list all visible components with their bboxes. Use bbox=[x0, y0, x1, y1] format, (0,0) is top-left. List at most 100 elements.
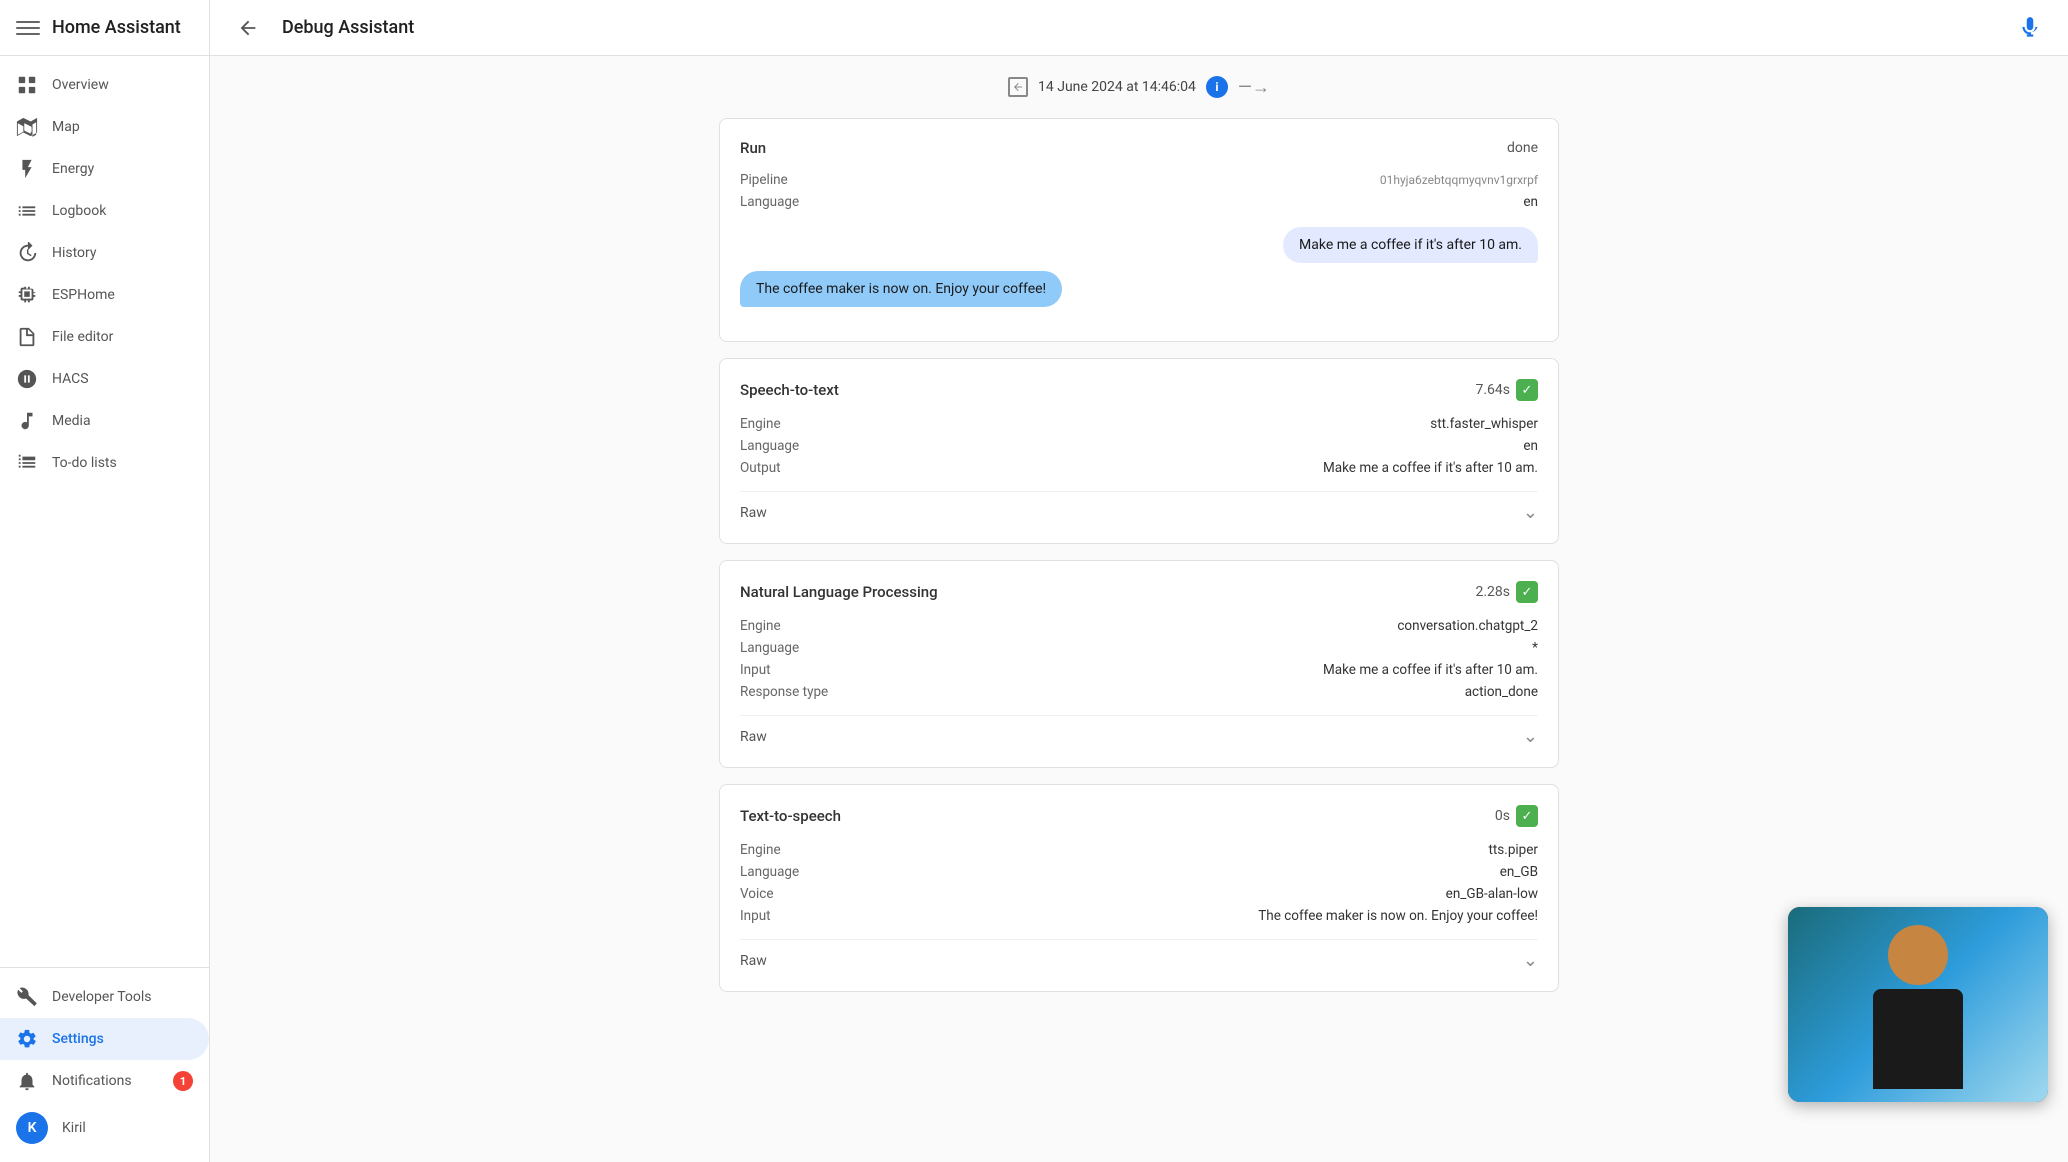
sidebar-item-todo[interactable]: To-do lists bbox=[0, 442, 209, 484]
sidebar: Home Assistant Overview Map Energy bbox=[0, 0, 210, 1162]
menu-icon[interactable] bbox=[16, 16, 40, 40]
tts-card: Text-to-speech 0s ✓ Engine tts.piper Lan… bbox=[719, 784, 1559, 992]
person-head bbox=[1888, 925, 1948, 985]
nlp-language-label: Language bbox=[740, 640, 799, 656]
tts-input-label: Input bbox=[740, 908, 771, 924]
stt-output-value: Make me a coffee if it's after 10 am. bbox=[1323, 460, 1538, 476]
tts-card-header: Text-to-speech 0s ✓ bbox=[740, 805, 1538, 827]
stt-engine-value: stt.faster_whisper bbox=[1430, 416, 1538, 432]
sidebar-item-media[interactable]: Media bbox=[0, 400, 209, 442]
tts-language-row: Language en_GB bbox=[740, 861, 1538, 883]
stt-raw-label: Raw bbox=[740, 505, 767, 521]
video-person bbox=[1788, 907, 2048, 1102]
stt-card: Speech-to-text 7.64s ✓ Engine stt.faster… bbox=[719, 358, 1559, 544]
tts-input-row: Input The coffee maker is now on. Enjoy … bbox=[740, 905, 1538, 927]
assistant-message: The coffee maker is now on. Enjoy your c… bbox=[740, 271, 1062, 307]
sidebar-item-esphome[interactable]: ESPHome bbox=[0, 274, 209, 316]
sidebar-item-esphome-label: ESPHome bbox=[52, 287, 115, 303]
sidebar-item-file-editor[interactable]: File editor bbox=[0, 316, 209, 358]
avatar: K bbox=[16, 1112, 48, 1144]
sidebar-item-user[interactable]: K Kiril bbox=[0, 1102, 209, 1154]
music-icon bbox=[16, 410, 38, 432]
sidebar-item-notifications-label: Notifications bbox=[52, 1073, 132, 1089]
stt-output-row: Output Make me a coffee if it's after 10… bbox=[740, 457, 1538, 479]
sidebar-item-energy[interactable]: Energy bbox=[0, 148, 209, 190]
history-icon bbox=[16, 242, 38, 264]
sidebar-item-map-label: Map bbox=[52, 119, 80, 135]
run-card-status: done bbox=[1507, 140, 1538, 156]
tts-card-status: 0s ✓ bbox=[1495, 805, 1538, 827]
timeline-arrow-right: —→ bbox=[1238, 77, 1270, 98]
tts-voice-label: Voice bbox=[740, 886, 774, 902]
tts-language-value: en_GB bbox=[1500, 864, 1538, 880]
nlp-engine-row: Engine conversation.chatgpt_2 bbox=[740, 615, 1538, 637]
tts-input-value: The coffee maker is now on. Enjoy your c… bbox=[1258, 908, 1538, 924]
nlp-engine-label: Engine bbox=[740, 618, 781, 634]
tts-raw-row[interactable]: Raw ⌄ bbox=[740, 939, 1538, 971]
bell-icon bbox=[16, 1070, 38, 1092]
notification-badge: 1 bbox=[173, 1071, 193, 1091]
sidebar-item-overview[interactable]: Overview bbox=[0, 64, 209, 106]
stt-language-row: Language en bbox=[740, 435, 1538, 457]
user-name: Kiril bbox=[62, 1120, 86, 1136]
sidebar-item-history[interactable]: History bbox=[0, 232, 209, 274]
stt-engine-row: Engine stt.faster_whisper bbox=[740, 413, 1538, 435]
run-card-header: Run done bbox=[740, 139, 1538, 157]
tts-voice-row: Voice en_GB-alan-low bbox=[740, 883, 1538, 905]
run-card-title: Run bbox=[740, 139, 766, 157]
stt-check-badge: ✓ bbox=[1516, 379, 1538, 401]
sidebar-item-history-label: History bbox=[52, 245, 97, 261]
sidebar-item-overview-label: Overview bbox=[52, 77, 109, 93]
topbar: Debug Assistant bbox=[210, 0, 2068, 56]
sidebar-bottom: Developer Tools Settings Notifications 1… bbox=[0, 967, 209, 1162]
sidebar-item-hacs-label: HACS bbox=[52, 371, 89, 387]
tts-chevron-icon: ⌄ bbox=[1523, 950, 1538, 971]
stt-engine-label: Engine bbox=[740, 416, 781, 432]
sidebar-header: Home Assistant bbox=[0, 0, 209, 56]
sidebar-item-developer-tools-label: Developer Tools bbox=[52, 989, 152, 1005]
run-pipeline-label: Pipeline bbox=[740, 172, 788, 188]
nlp-timing: 2.28s bbox=[1475, 584, 1510, 600]
stt-raw-row[interactable]: Raw ⌄ bbox=[740, 491, 1538, 523]
sidebar-item-hacs[interactable]: HACS bbox=[0, 358, 209, 400]
run-card: Run done Pipeline 01hyja6zebtqqmyqvnv1gr… bbox=[719, 118, 1559, 342]
stt-timing: 7.64s bbox=[1475, 382, 1510, 398]
nlp-card-status: 2.28s ✓ bbox=[1475, 581, 1538, 603]
app-title: Home Assistant bbox=[52, 17, 181, 38]
sidebar-item-notifications[interactable]: Notifications 1 bbox=[0, 1060, 209, 1102]
sidebar-item-logbook[interactable]: Logbook bbox=[0, 190, 209, 232]
nlp-language-value: * bbox=[1532, 640, 1538, 656]
run-language-value: en bbox=[1523, 194, 1538, 210]
tts-timing: 0s bbox=[1495, 808, 1510, 824]
tts-card-title: Text-to-speech bbox=[740, 807, 841, 825]
nlp-raw-row[interactable]: Raw ⌄ bbox=[740, 715, 1538, 747]
timeline-info-button[interactable]: i bbox=[1206, 76, 1228, 98]
grid-icon bbox=[16, 74, 38, 96]
mic-button[interactable] bbox=[2012, 10, 2048, 46]
run-language-row: Language en bbox=[740, 191, 1538, 213]
tts-engine-row: Engine tts.piper bbox=[740, 839, 1538, 861]
sidebar-item-todo-label: To-do lists bbox=[52, 455, 117, 471]
stt-language-label: Language bbox=[740, 438, 799, 454]
stt-chevron-icon: ⌄ bbox=[1523, 502, 1538, 523]
tts-raw-label: Raw bbox=[740, 953, 767, 969]
run-pipeline-row: Pipeline 01hyja6zebtqqmyqvnv1grxrpf bbox=[740, 169, 1538, 191]
tools-icon bbox=[16, 986, 38, 1008]
tts-engine-label: Engine bbox=[740, 842, 781, 858]
timeline-start-dot bbox=[1008, 77, 1028, 97]
tts-language-label: Language bbox=[740, 864, 799, 880]
sidebar-item-file-editor-label: File editor bbox=[52, 329, 113, 345]
user-message: Make me a coffee if it's after 10 am. bbox=[1283, 227, 1538, 263]
sidebar-item-settings[interactable]: Settings bbox=[0, 1018, 209, 1060]
cpu-icon bbox=[16, 284, 38, 306]
sidebar-item-developer-tools[interactable]: Developer Tools bbox=[0, 976, 209, 1018]
nlp-response-row: Response type action_done bbox=[740, 681, 1538, 703]
user-bubble: Make me a coffee if it's after 10 am. bbox=[740, 227, 1538, 263]
sidebar-item-settings-label: Settings bbox=[52, 1031, 104, 1047]
sidebar-item-media-label: Media bbox=[52, 413, 91, 429]
sidebar-item-map[interactable]: Map bbox=[0, 106, 209, 148]
stt-card-header: Speech-to-text 7.64s ✓ bbox=[740, 379, 1538, 401]
chat-area: Make me a coffee if it's after 10 am. Th… bbox=[740, 227, 1538, 307]
page-title: Debug Assistant bbox=[282, 17, 1996, 38]
back-button[interactable] bbox=[230, 10, 266, 46]
